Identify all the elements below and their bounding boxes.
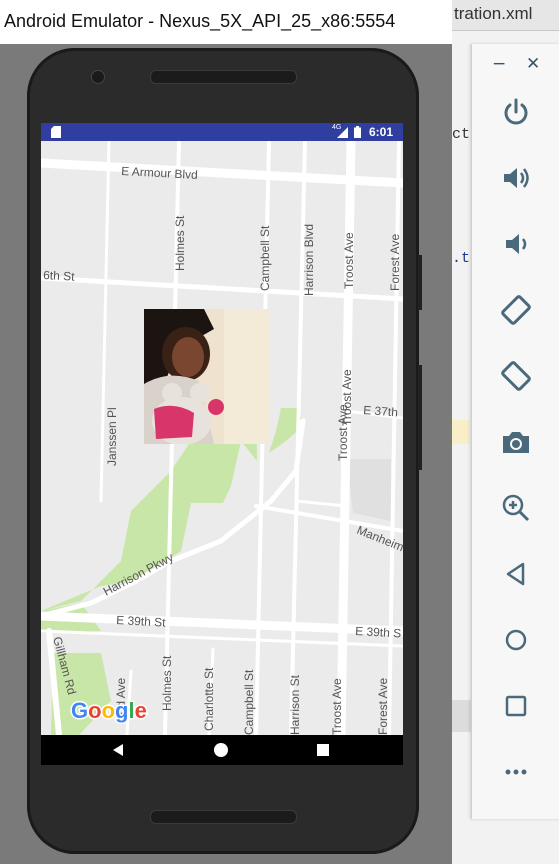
person-photo-image bbox=[144, 309, 269, 444]
rotate-left-button[interactable] bbox=[494, 288, 538, 332]
map-view[interactable]: E Armour Blvd 6th St Holmes St Campbell … bbox=[41, 141, 403, 735]
ide-highlight bbox=[452, 420, 470, 444]
road-label: Campbell St bbox=[242, 669, 256, 735]
overview-icon bbox=[505, 695, 527, 717]
window-title: Android Emulator - Nexus_5X_API_25_x86:5… bbox=[4, 11, 396, 31]
back-icon bbox=[506, 562, 525, 586]
screenshot-button[interactable] bbox=[494, 420, 538, 464]
road-label: Forest Ave bbox=[376, 678, 390, 735]
navigation-bar bbox=[41, 735, 403, 765]
rotate-left-icon bbox=[501, 295, 531, 325]
road-label: Harrison Blvd bbox=[302, 224, 316, 296]
home-button[interactable] bbox=[494, 618, 538, 662]
ide-editor-tab[interactable]: tration.xml bbox=[452, 0, 559, 31]
logo-letter: g bbox=[115, 698, 128, 723]
logo-letter: o bbox=[88, 698, 101, 723]
emulator-title-bar: Android Emulator - Nexus_5X_API_25_x86:5… bbox=[0, 0, 452, 44]
power-icon bbox=[504, 98, 528, 125]
road-label: Forest Ave bbox=[388, 234, 402, 291]
power-button[interactable] bbox=[494, 90, 538, 134]
road-label: 6th St bbox=[43, 268, 76, 284]
sd-card-icon bbox=[51, 126, 61, 138]
signal-icon bbox=[337, 127, 348, 138]
nav-home-icon[interactable] bbox=[213, 742, 229, 758]
photo-marker[interactable] bbox=[144, 309, 269, 444]
road-label: Harrison St bbox=[288, 674, 302, 735]
svg-text:Google: Google bbox=[71, 698, 147, 723]
google-logo: Google bbox=[70, 697, 149, 725]
logo-letter: e bbox=[135, 698, 147, 723]
volume-up-icon bbox=[504, 168, 529, 188]
back-button[interactable] bbox=[494, 552, 538, 596]
logo-letter: o bbox=[102, 698, 115, 723]
minimize-button[interactable]: − bbox=[492, 54, 506, 74]
ide-code-fragment: ct bbox=[452, 126, 471, 143]
zoom-icon bbox=[502, 494, 530, 522]
road-label: E Armour Blvd bbox=[121, 164, 198, 182]
volume-up-button[interactable] bbox=[494, 156, 538, 200]
home-icon bbox=[505, 629, 527, 651]
road-label: E 37th bbox=[363, 403, 399, 419]
road-label: Janssen Pl bbox=[105, 407, 119, 466]
road-label: Charlotte St bbox=[202, 667, 216, 731]
emulator-control-panel: − ✕ bbox=[471, 44, 559, 819]
logo-letter: G bbox=[71, 698, 88, 723]
road-label: E 39th S bbox=[355, 624, 402, 640]
side-volume-key[interactable] bbox=[418, 365, 422, 470]
ide-tab-label: tration.xml bbox=[454, 4, 533, 23]
road-label: Holmes St bbox=[173, 215, 187, 271]
side-power-key[interactable] bbox=[418, 255, 422, 310]
bottom-speaker bbox=[150, 810, 297, 824]
volume-down-button[interactable] bbox=[494, 222, 538, 266]
ide-code-fragment: .t bbox=[452, 250, 471, 267]
close-button[interactable]: ✕ bbox=[526, 54, 540, 74]
top-speaker bbox=[150, 70, 297, 84]
overview-button[interactable] bbox=[494, 684, 538, 728]
more-icon bbox=[505, 769, 527, 775]
camera-icon bbox=[503, 432, 529, 453]
clock: 6:01 bbox=[369, 125, 394, 139]
battery-icon bbox=[354, 126, 361, 138]
road-label: Troost Ave bbox=[336, 404, 350, 461]
nav-overview-icon[interactable] bbox=[316, 743, 330, 757]
road-label: Campbell St bbox=[258, 225, 272, 291]
rotate-right-button[interactable] bbox=[494, 354, 538, 398]
ide-scroll-area bbox=[452, 700, 472, 732]
status-bar: 4G 6:01 bbox=[41, 123, 403, 141]
block-area bbox=[347, 459, 391, 521]
more-button[interactable] bbox=[494, 750, 538, 794]
road-label: Troost Ave bbox=[330, 678, 344, 735]
road-label: Troost Ave bbox=[342, 232, 356, 289]
rotate-right-icon bbox=[501, 361, 531, 391]
volume-down-icon bbox=[506, 234, 527, 254]
zoom-button[interactable] bbox=[494, 486, 538, 530]
front-camera bbox=[91, 70, 105, 84]
nav-back-icon[interactable] bbox=[111, 743, 125, 757]
device-screen: 4G 6:01 E Armour Blvd 6th St Holmes St C… bbox=[41, 123, 403, 765]
road-label: E 39th St bbox=[116, 613, 167, 630]
road-label: Holmes St bbox=[160, 655, 174, 711]
